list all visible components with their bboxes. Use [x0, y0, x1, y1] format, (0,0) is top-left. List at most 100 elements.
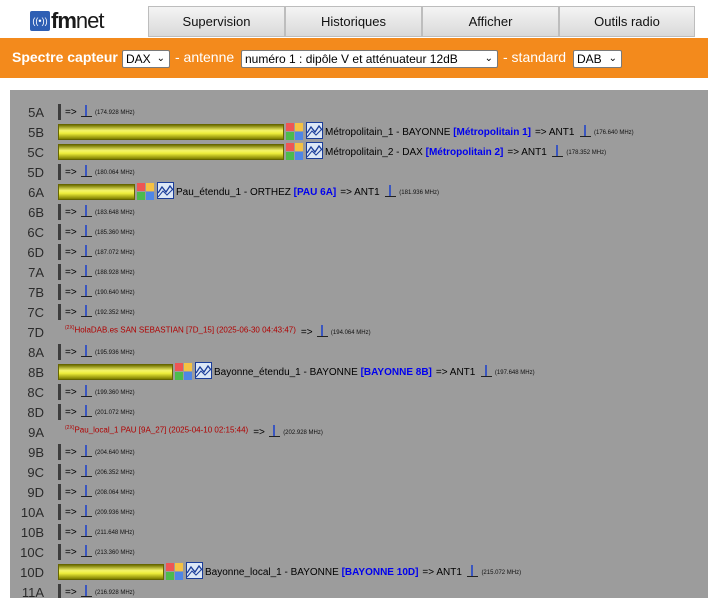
antenne-select[interactable]: numéro 1 : dipôle V et atténuateur 12dB ⌄: [241, 50, 498, 68]
spectrum-graph-icon[interactable]: [81, 505, 92, 518]
spectrum-graph-icon[interactable]: [579, 125, 591, 138]
frequency-label: (187.072 MHz): [95, 250, 135, 256]
signal-level-bar[interactable]: [58, 184, 135, 200]
multiplex-site: Métropolitain_1 - BAYONNE: [325, 127, 451, 138]
arrow-label: =>: [300, 327, 313, 338]
spectrum-graph-icon[interactable]: [316, 325, 328, 338]
spectrum-graph-icon[interactable]: [81, 485, 92, 498]
spectrum-graph-icon[interactable]: [81, 445, 92, 458]
spectrum-graph-icon[interactable]: [81, 165, 92, 178]
spectrum-panel: 5A => (174.928 MHz) 5B Métropolitain_1 - BAY…: [10, 90, 708, 598]
channel-row: 10A => (209.936 MHz): [10, 502, 708, 522]
frequency-label: (190.640 MHz): [95, 290, 135, 296]
frequency-label: (213.360 MHz): [95, 550, 135, 556]
capteur-select[interactable]: DAX ⌄: [122, 50, 170, 68]
spectrum-graph-icon-stem: [85, 525, 87, 536]
spectre-title: Spectre capteur: [12, 49, 118, 65]
channel-label: 9A: [28, 425, 44, 440]
spectrum-graph-icon[interactable]: [81, 405, 92, 418]
spectrum-graph-icon[interactable]: [81, 385, 92, 398]
signal-level-bar[interactable]: [58, 144, 284, 160]
spectrum-graph-icon[interactable]: [81, 265, 92, 278]
multiplex-link[interactable]: [PAU 6A]: [294, 187, 337, 198]
spectrum-graph-icon-stem: [85, 585, 87, 596]
map-icon[interactable]: [306, 122, 323, 139]
spectrum-graph-icon-base: [81, 256, 92, 257]
quality-squares-icon[interactable]: [166, 563, 184, 581]
spectrum-graph-icon-stem: [85, 405, 87, 416]
spectrum-graph-icon-stem: [85, 105, 87, 116]
arrow-label: =>: [65, 407, 77, 418]
signal-level-bar[interactable]: [58, 124, 284, 140]
spectrum-graph-icon[interactable]: [81, 105, 92, 118]
signal-marker: [58, 404, 61, 420]
quality-square: [166, 572, 174, 580]
nav-afficher[interactable]: Afficher: [422, 6, 559, 37]
channel-label: 8C: [27, 385, 44, 400]
remote-station-text[interactable]: (2X)HolaDAB.es SAN SEBASTIAN [7D_15] (20…: [65, 325, 296, 335]
spectrum-graph-icon-base: [81, 596, 92, 597]
nav-outils-radio[interactable]: Outils radio: [559, 6, 695, 37]
multiplex-link[interactable]: [BAYONNE 8B]: [361, 367, 432, 378]
spectrum-graph-icon[interactable]: [81, 585, 92, 598]
remote-station-name: Pau_local_1 PAU [9A_27] (2025-04-10 02:1…: [74, 425, 249, 435]
map-icon[interactable]: [157, 182, 174, 199]
spectrum-graph-icon[interactable]: [81, 545, 92, 558]
arrow-label: =>: [253, 427, 265, 438]
spectrum-graph-icon[interactable]: [81, 525, 92, 538]
spectrum-graph-icon[interactable]: [467, 565, 479, 578]
spectrum-graph-icon[interactable]: [81, 245, 92, 258]
antenna-label: => ANT1: [435, 367, 476, 378]
signal-marker: [58, 204, 61, 220]
frequency-label: (211.648 MHz): [95, 530, 135, 536]
channel-label: 8B: [28, 365, 44, 380]
fmnet-logo[interactable]: ((•)) fm net: [30, 6, 148, 36]
signal-level-bar[interactable]: [58, 564, 164, 580]
standard-label: - standard: [503, 49, 567, 65]
multiplex-link[interactable]: [Métropolitain 2]: [426, 147, 504, 158]
spectrum-graph-icon[interactable]: [269, 425, 281, 438]
logo-fm: fm: [51, 8, 77, 33]
spectrum-graph-icon[interactable]: [480, 365, 492, 378]
quality-squares-icon[interactable]: [286, 143, 304, 161]
quality-square: [295, 123, 303, 131]
multiplex-name: Métropolitain_2 - DAX [Métropolitain 2]: [325, 147, 503, 158]
frequency-label: (192.352 MHz): [95, 310, 135, 316]
spectrum-graph-icon[interactable]: [552, 145, 564, 158]
nav-supervision[interactable]: Supervision: [148, 6, 285, 37]
spectrum-graph-icon[interactable]: [81, 465, 92, 478]
chevron-down-icon: ⌄: [156, 53, 165, 64]
standard-select[interactable]: DAB ⌄: [573, 50, 622, 68]
spectrum-graph-icon[interactable]: [81, 205, 92, 218]
channel-label: 6B: [28, 205, 44, 220]
spectrum-graph-icon[interactable]: [81, 305, 92, 318]
channel-label: 10C: [20, 545, 44, 560]
channel-row: 10D Bayonne_local_1 - BAYONNE [BAYONNE 10…: [10, 562, 708, 582]
map-icon[interactable]: [186, 562, 203, 579]
map-icon[interactable]: [195, 362, 212, 379]
remote-station-text[interactable]: (2X)Pau_local_1 PAU [9A_27] (2025-04-10 …: [65, 425, 248, 435]
quality-square: [184, 363, 192, 371]
multiplex-link[interactable]: [BAYONNE 10D]: [342, 567, 419, 578]
spectrum-graph-icon-stem: [583, 125, 586, 136]
frequency-label: (197.648 MHz): [494, 370, 535, 376]
spectrum-graph-icon-stem: [85, 465, 87, 476]
channel-row: 10B => (211.648 MHz): [10, 522, 708, 542]
spectrum-graph-icon[interactable]: [81, 285, 92, 298]
spectrum-graph-icon[interactable]: [81, 345, 92, 358]
spectrum-graph-icon-stem: [85, 345, 87, 356]
multiplex-link[interactable]: [Métropolitain 1]: [453, 127, 531, 138]
map-icon[interactable]: [306, 142, 323, 159]
channel-label: 11A: [21, 585, 44, 598]
channel-label: 8D: [27, 405, 44, 420]
quality-squares-icon[interactable]: [175, 363, 193, 381]
quality-square: [137, 192, 145, 200]
nav-historiques[interactable]: Historiques: [285, 6, 422, 37]
spectrum-graph-icon[interactable]: [385, 185, 397, 198]
quality-squares-icon[interactable]: [137, 183, 155, 201]
chevron-down-icon: ⌄: [484, 53, 493, 64]
quality-squares-icon[interactable]: [286, 123, 304, 141]
spectrum-graph-icon[interactable]: [81, 225, 92, 238]
quality-square: [286, 123, 294, 131]
signal-level-bar[interactable]: [58, 364, 173, 380]
